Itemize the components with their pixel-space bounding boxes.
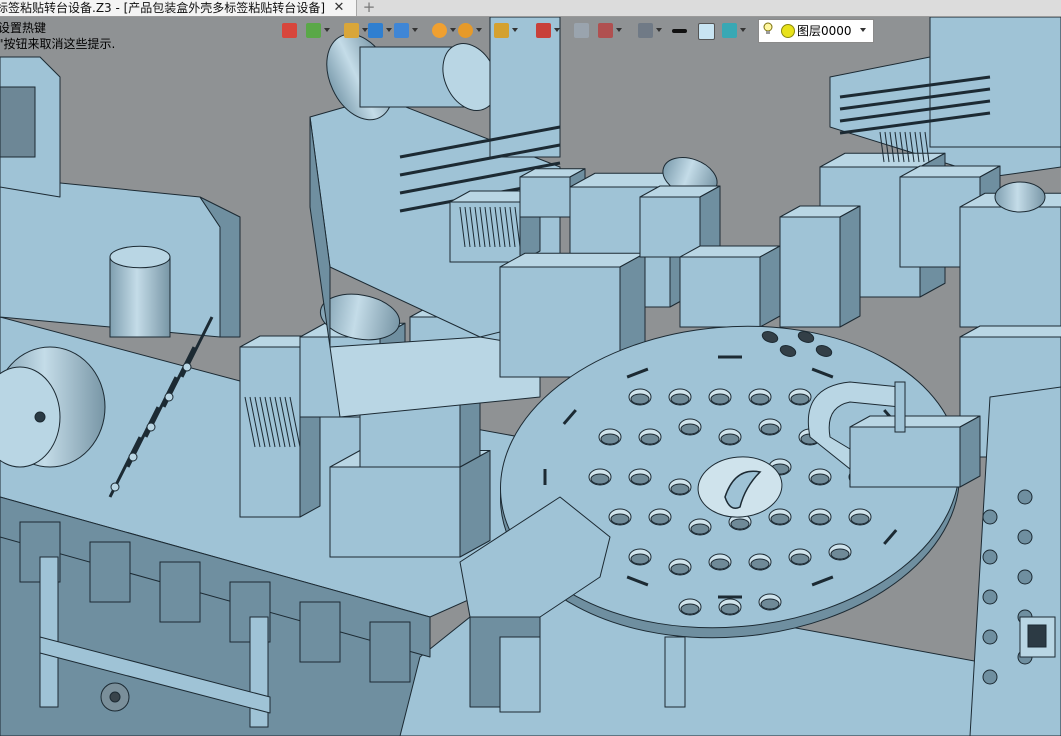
table-feed-module-top bbox=[849, 415, 981, 428]
render-button[interactable] bbox=[430, 21, 456, 41]
chevron-down-icon[interactable] bbox=[512, 28, 518, 32]
display-icon bbox=[638, 23, 653, 38]
box-view-icon bbox=[368, 23, 383, 38]
table-post bbox=[664, 636, 686, 708]
snap-button[interactable] bbox=[534, 21, 560, 41]
brush-icon bbox=[344, 23, 359, 38]
close-icon[interactable]: ✕ bbox=[332, 0, 346, 16]
chevron-down-icon[interactable] bbox=[616, 28, 622, 32]
document-tab-title: 标签粘贴转台设备.Z3 - [产品包装盒外壳多标签粘贴转台设备] bbox=[0, 1, 325, 15]
snap-icon bbox=[536, 23, 551, 38]
light-icon bbox=[494, 23, 509, 38]
light-button[interactable] bbox=[492, 21, 518, 41]
tab-bar: 标签粘贴转台设备.Z3 - [产品包装盒外壳多标签粘贴转台设备] ✕ + bbox=[0, 0, 1061, 17]
layer-stack-button[interactable] bbox=[720, 21, 746, 41]
right-housing bbox=[959, 206, 1061, 328]
new-tab-button[interactable]: + bbox=[362, 0, 376, 16]
label-roll-small bbox=[109, 256, 171, 338]
render-icon bbox=[432, 23, 447, 38]
layer-visible-icon bbox=[781, 24, 795, 38]
table-feed-module bbox=[849, 426, 961, 488]
cube-icon bbox=[394, 23, 409, 38]
box-view-button[interactable] bbox=[366, 21, 392, 41]
top-motor bbox=[519, 176, 571, 218]
chevron-down-icon[interactable] bbox=[412, 28, 418, 32]
machine-model-render[interactable] bbox=[0, 17, 1061, 736]
left-screen bbox=[0, 86, 36, 158]
sun-button[interactable] bbox=[456, 21, 482, 41]
cad-viewport[interactable] bbox=[0, 17, 1061, 736]
chevron-down-icon[interactable] bbox=[656, 28, 662, 32]
split-view-button[interactable] bbox=[596, 21, 622, 41]
chevron-down-icon[interactable] bbox=[324, 28, 330, 32]
cube-button[interactable] bbox=[392, 21, 418, 41]
frame-button[interactable] bbox=[572, 21, 592, 41]
split-view-icon bbox=[598, 23, 613, 38]
brush-button[interactable] bbox=[342, 21, 368, 41]
lightbulb-icon bbox=[763, 22, 773, 34]
sun-icon bbox=[458, 23, 473, 38]
hint-line-1: 里设置热键 bbox=[0, 21, 47, 35]
exit-icon bbox=[282, 23, 297, 38]
line-style-icon bbox=[672, 29, 687, 33]
view-toolbar bbox=[280, 20, 760, 42]
right-lower-housing-top bbox=[959, 325, 1061, 338]
exit-button[interactable] bbox=[280, 21, 300, 41]
hint-line-2: "按钮来取消这些提示. bbox=[0, 37, 116, 51]
top-feeder bbox=[679, 256, 761, 328]
paint-bucket-button[interactable] bbox=[304, 21, 330, 41]
color-swatch-icon bbox=[698, 23, 715, 40]
frame-icon bbox=[574, 23, 589, 38]
top-slide bbox=[639, 196, 701, 258]
paint-bucket-icon bbox=[306, 23, 321, 38]
left-housing bbox=[329, 466, 461, 558]
layer-select[interactable]: 图层0000 bbox=[758, 19, 874, 43]
color-swatch-button[interactable] bbox=[696, 21, 716, 41]
line-style-button[interactable] bbox=[670, 21, 690, 41]
layer-name: 图层0000 bbox=[797, 24, 852, 38]
right-motor bbox=[994, 181, 1046, 213]
chevron-down-icon[interactable] bbox=[860, 28, 866, 32]
chevron-down-icon[interactable] bbox=[740, 28, 746, 32]
frame-leg bbox=[39, 556, 59, 708]
power-switch bbox=[1027, 624, 1047, 648]
left-label-module bbox=[239, 346, 301, 518]
right-gantry bbox=[779, 216, 841, 328]
layer-stack-icon bbox=[722, 23, 737, 38]
chevron-down-icon[interactable] bbox=[476, 28, 482, 32]
chevron-down-icon[interactable] bbox=[554, 28, 560, 32]
feed-cylinder bbox=[894, 381, 906, 433]
hint-text: 里设置热键 "按钮来取消这些提示. bbox=[0, 20, 115, 52]
display-button[interactable] bbox=[636, 21, 662, 41]
document-tab[interactable]: 标签粘贴转台设备.Z3 - [产品包装盒外壳多标签粘贴转台设备] ✕ bbox=[0, 0, 357, 16]
